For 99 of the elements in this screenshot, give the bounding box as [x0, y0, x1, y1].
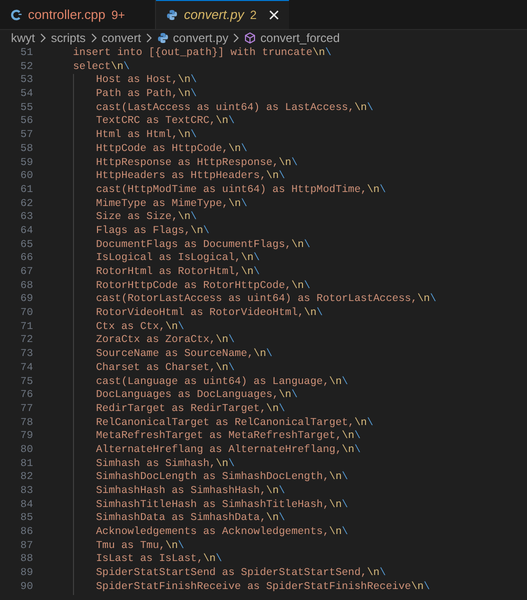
line-number: 67 [19, 266, 33, 280]
line-number: 86 [19, 526, 33, 540]
breadcrumb-item[interactable]: kwyt [11, 29, 35, 47]
line-number: 61 [19, 184, 33, 198]
line-number: 65 [19, 238, 33, 252]
breadcrumb-item[interactable]: convert.py [173, 29, 228, 47]
cube-icon [244, 32, 256, 44]
code-line: IsLast as IsLast,\n\ [96, 553, 222, 567]
code-line: MimeType as MimeType,\n\ [96, 198, 248, 211]
code-line: SpiderStatFinishReceive as SpiderStatFinishReceive\n\ [96, 580, 430, 594]
code-line: cast(LastAccess as uint64) as LastAccess,\n\ [96, 102, 374, 115]
code-line: HttpCode as HttpCode,\n\ [96, 142, 248, 156]
line-number: 82 [19, 471, 33, 485]
code-line: Charset as Charset,\n\ [96, 362, 235, 376]
line-number: 87 [19, 540, 33, 554]
line-number: 54 [19, 88, 33, 102]
code-line: HttpHeaders as HttpHeaders,\n\ [96, 170, 286, 184]
line-number: 77 [19, 402, 33, 417]
line-number: 83 [19, 485, 33, 499]
line-number: 78 [19, 416, 33, 430]
line-number: 60 [19, 170, 33, 184]
code-line: cast(HttpModTime as uint64) as HttpModTime,\n\ [96, 184, 386, 198]
problem-count: 2 [250, 7, 257, 24]
code-line: Host as Host,\n\ [96, 74, 197, 88]
line-number: 69 [19, 293, 33, 308]
editor-tab[interactable]: convert.py 2 [156, 0, 289, 29]
code-line: DocumentFlags as DocumentFlags,\n\ [96, 238, 310, 252]
chevron-icon [232, 33, 240, 43]
line-number: 81 [19, 458, 33, 472]
code-line: select\n\ [73, 60, 130, 74]
line-number: 64 [19, 224, 33, 239]
line-number: 89 [19, 567, 33, 581]
line-number: 74 [19, 362, 33, 376]
code-line: RotorHtml as RotorHtml,\n\ [96, 266, 260, 280]
code-line: SimhashTitleHash as SimhashTitleHash,\n\ [96, 498, 348, 512]
code-line: SpiderStatStartSend as SpiderStatStartSend,\n\ [96, 567, 386, 581]
code-line: insert into [{out_path}] with truncate\n\ [73, 47, 332, 61]
python-file-icon [157, 32, 170, 44]
code-line: HttpResponse as HttpResponse,\n\ [96, 156, 298, 170]
line-number: 84 [19, 498, 33, 512]
code-line: SourceName as SourceName,\n\ [96, 348, 272, 362]
breadcrumb-item[interactable]: convert [102, 29, 142, 47]
line-number: 88 [19, 553, 33, 568]
line-number: 90 [19, 580, 33, 594]
line-number: 59 [19, 156, 33, 170]
python-file-icon [166, 9, 178, 21]
line-number: 79 [19, 430, 33, 444]
line-number: 56 [19, 115, 33, 130]
line-number: 62 [19, 198, 33, 212]
code-line: Size as Size,\n\ [96, 211, 197, 225]
code-line: Flags as Flags,\n\ [96, 224, 210, 239]
code-line: RedirTarget as RedirTarget,\n\ [96, 402, 286, 417]
code-line: RelCanonicalTarget as RelCanonicalTarget,\n\ [96, 416, 374, 430]
chevron-icon [145, 33, 154, 43]
code-line: Html as Html,\n\ [96, 129, 197, 143]
code-line: SimhashHash as SimhashHash,\n\ [96, 485, 286, 499]
line-number: 73 [19, 348, 33, 362]
code-line: cast(RotorLastAccess as uint64) as RotorLastAccess,\n\ [96, 293, 436, 307]
tab-label: controller.cpp [28, 6, 106, 24]
code-line: SimhashData as SimhashData,\n\ [96, 512, 286, 526]
code-line: DocLanguages as DocLanguages,\n\ [96, 389, 298, 403]
line-number: 57 [19, 129, 33, 143]
line-number: 51 [19, 47, 33, 61]
line-number: 80 [19, 444, 33, 458]
code-line: MetaRefreshTarget as MetaRefreshTarget,\n\ [96, 430, 361, 444]
line-number: 52 [19, 60, 33, 74]
line-number: 76 [19, 389, 33, 403]
code-line: AlternateHreflang as AlternateHreflang,\n\ [96, 444, 361, 458]
close-icon[interactable] [266, 8, 281, 22]
problem-count: 9+ [111, 6, 126, 24]
line-number: 53 [19, 74, 33, 88]
cpp-file-icon [10, 8, 22, 20]
code-line: Simhash as Simhash,\n\ [96, 458, 235, 471]
tab-label: convert.py [184, 6, 244, 24]
chevron-icon [90, 33, 98, 43]
line-number: 70 [19, 307, 33, 321]
line-number: 85 [19, 512, 33, 526]
code-line: IsLogical as IsLogical,\n\ [96, 252, 260, 266]
code-line: Path as Path,\n\ [96, 88, 197, 102]
code-line: SimhashDocLength as SimhashDocLength,\n\ [96, 471, 348, 485]
line-number: 66 [19, 252, 33, 266]
line-number: 71 [19, 320, 33, 334]
code-line: ZoraCtx as ZoraCtx,\n\ [96, 334, 235, 348]
breadcrumb-item[interactable]: convert_forced [260, 29, 340, 47]
line-number: 68 [19, 280, 33, 294]
chevron-icon [39, 33, 47, 43]
code-line: cast(Language as uint64) as Language,\n\ [96, 376, 348, 389]
line-number: 58 [19, 142, 33, 156]
code-line: TextCRC as TextCRC,\n\ [96, 115, 235, 129]
line-number: 75 [19, 376, 33, 390]
code-line: RotorVideoHtml as RotorVideoHtml,\n\ [96, 307, 323, 321]
breadcrumb-item[interactable]: scripts [51, 29, 86, 47]
line-number: 55 [19, 102, 33, 116]
line-number: 63 [19, 211, 33, 225]
line-number: 72 [19, 334, 33, 348]
code-line: Tmu as Tmu,\n\ [96, 540, 184, 554]
code-line: RotorHttpCode as RotorHttpCode,\n\ [96, 280, 310, 293]
code-line: Ctx as Ctx,\n\ [96, 320, 184, 334]
code-line: Acknowledgements as Acknowledgements,\n\ [96, 526, 348, 540]
